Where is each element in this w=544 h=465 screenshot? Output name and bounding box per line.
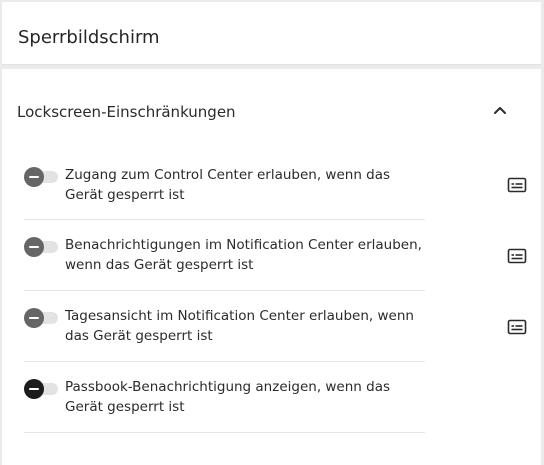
setting-row-passbook: Passbook-Benachrichtigung anzeigen, wenn… bbox=[24, 378, 425, 433]
passbook-toggle[interactable] bbox=[24, 379, 60, 399]
setting-label: Tagesansicht im Notification Center erla… bbox=[65, 308, 414, 344]
control-center-toggle[interactable] bbox=[24, 167, 60, 187]
notification-center-toggle[interactable] bbox=[24, 237, 60, 257]
setting-row-control-center: Zugang zum Control Center erlauben, wenn… bbox=[24, 166, 425, 220]
page-title: Sperrbildschirm bbox=[18, 27, 160, 48]
setting-label: Passbook-Benachrichtigung anzeigen, wenn… bbox=[65, 379, 391, 415]
setting-label: Benachrichtigungen im Notification Cente… bbox=[65, 237, 422, 273]
notification-center-detail-button[interactable] bbox=[505, 244, 529, 268]
collapse-section-button[interactable] bbox=[488, 99, 512, 123]
control-center-detail-button[interactable] bbox=[505, 173, 529, 197]
subtitles-icon bbox=[507, 319, 527, 335]
setting-row-today-view: Tagesansicht im Notification Center erla… bbox=[24, 307, 425, 362]
toggle-knob bbox=[24, 379, 44, 399]
section-title: Lockscreen-Einschränkungen bbox=[17, 103, 236, 121]
toggle-knob bbox=[24, 167, 44, 187]
setting-label: Zugang zum Control Center erlauben, wenn… bbox=[65, 167, 391, 203]
page-header: Sperrbildschirm bbox=[2, 2, 541, 65]
chevron-up-icon bbox=[494, 107, 506, 114]
lockscreen-restrictions-panel: Lockscreen-Einschränkungen Zugang zum Co… bbox=[2, 69, 541, 465]
subtitles-icon bbox=[507, 177, 527, 193]
setting-row-notification-center: Benachrichtigungen im Notification Cente… bbox=[24, 236, 425, 291]
toggle-knob bbox=[24, 237, 44, 257]
today-view-toggle[interactable] bbox=[24, 308, 60, 328]
today-view-detail-button[interactable] bbox=[505, 315, 529, 339]
toggle-knob bbox=[24, 308, 44, 328]
subtitles-icon bbox=[507, 248, 527, 264]
